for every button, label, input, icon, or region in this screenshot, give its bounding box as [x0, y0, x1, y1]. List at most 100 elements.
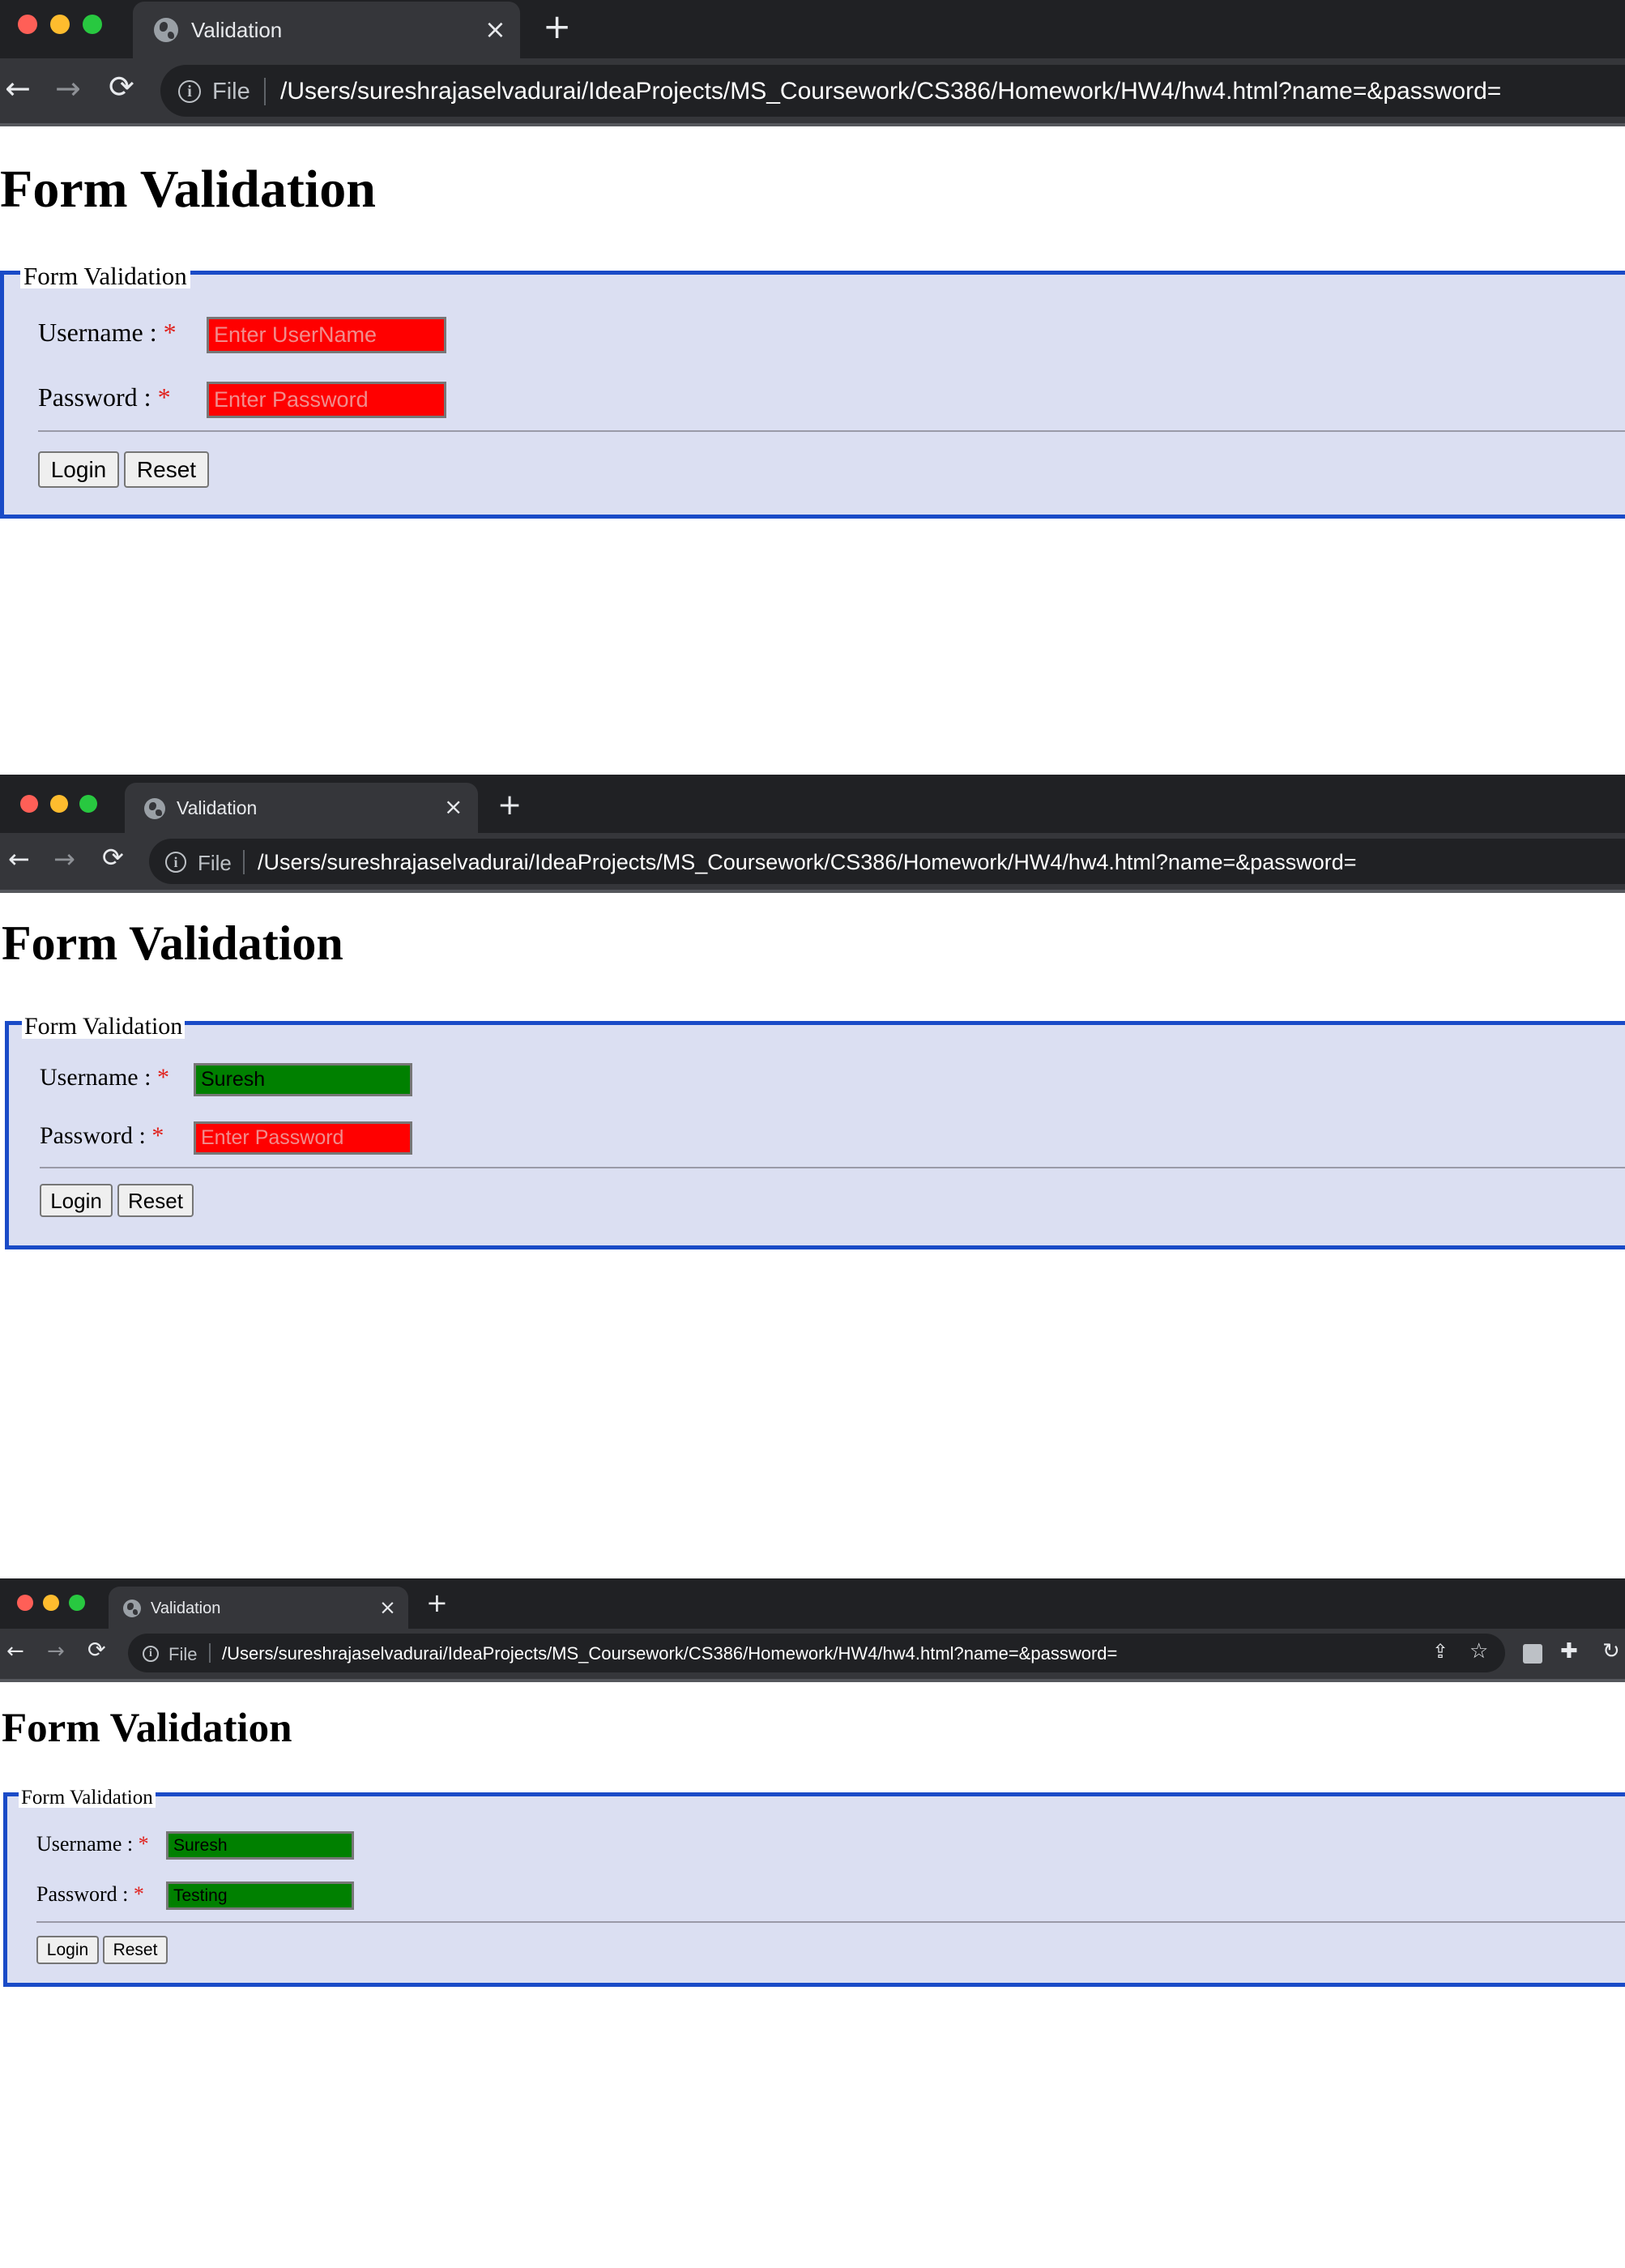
- window-close-button[interactable]: [18, 15, 37, 34]
- password-label-text: Password :: [38, 382, 158, 412]
- page-content: Form Validation Form Validation Username…: [0, 1682, 1625, 2268]
- share-icon[interactable]: ⇪: [1432, 1642, 1448, 1661]
- info-icon[interactable]: i: [143, 1646, 159, 1662]
- username-label-text: Username :: [36, 1832, 139, 1856]
- username-label: Username : *: [40, 1066, 169, 1090]
- password-label: Password : *: [38, 384, 171, 410]
- fieldset-legend: Form Validation: [22, 1014, 186, 1039]
- password-label: Password : *: [36, 1884, 144, 1905]
- form-divider: [36, 1921, 1625, 1923]
- new-tab-button[interactable]: +: [426, 1590, 448, 1616]
- info-icon[interactable]: i: [178, 80, 201, 103]
- back-button[interactable]: ←: [5, 73, 31, 104]
- scheme-label: File: [198, 851, 232, 875]
- password-input[interactable]: [166, 1881, 354, 1910]
- reset-button[interactable]: Reset: [103, 1936, 168, 1964]
- tab-title: Validation: [177, 797, 258, 818]
- browser-toolbar: ← → ⟳ i File /Users/sureshrajaselvadurai…: [0, 58, 1625, 126]
- reload-button[interactable]: ⟳: [87, 1639, 106, 1661]
- tab-validation[interactable]: Validation ×: [125, 783, 478, 833]
- username-label: Username : *: [36, 1834, 149, 1855]
- puzzle-icon[interactable]: ✚: [1560, 1641, 1578, 1662]
- form-divider: [38, 430, 1625, 432]
- username-input[interactable]: [207, 317, 446, 353]
- forward-button[interactable]: →: [53, 846, 75, 872]
- login-button[interactable]: Login: [36, 1936, 99, 1964]
- window-minimize-button[interactable]: [50, 15, 70, 34]
- url-text[interactable]: /Users/sureshrajaselvadurai/IdeaProjects…: [222, 1643, 1117, 1664]
- reload-button[interactable]: ⟳: [109, 71, 134, 102]
- username-label: Username : *: [38, 319, 177, 345]
- page-content: Form Validation Form Validation Username…: [0, 893, 1625, 1504]
- close-tab-icon[interactable]: ×: [444, 796, 463, 818]
- window-close-button[interactable]: [17, 1595, 33, 1611]
- window-minimize-button[interactable]: [50, 795, 68, 813]
- tab-validation[interactable]: Validation ×: [133, 2, 520, 58]
- scheme-label: File: [212, 79, 250, 105]
- address-bar[interactable]: i File /Users/sureshrajaselvadurai/IdeaP…: [160, 65, 1625, 117]
- fieldset-legend: Form Validation: [20, 263, 190, 288]
- form-divider: [40, 1167, 1625, 1168]
- globe-icon: [123, 1600, 141, 1617]
- tab-title: Validation: [191, 18, 283, 42]
- address-bar[interactable]: i File /Users/sureshrajaselvadurai/IdeaP…: [128, 1634, 1505, 1672]
- forward-button[interactable]: →: [47, 1641, 65, 1662]
- tab-validation[interactable]: Validation ×: [109, 1587, 408, 1629]
- back-button[interactable]: ←: [6, 1641, 24, 1662]
- form-fieldset: Form Validation Username : * Password : …: [3, 1787, 1625, 1987]
- close-tab-icon[interactable]: ×: [379, 1597, 396, 1617]
- url-text[interactable]: /Users/sureshrajaselvadurai/IdeaProjects…: [258, 850, 1357, 875]
- required-marker: *: [163, 318, 177, 347]
- extension-square-icon[interactable]: [1523, 1644, 1542, 1664]
- page-title: Form Validation: [2, 916, 343, 970]
- tab-strip: Validation × +: [0, 0, 1625, 58]
- username-label-text: Username :: [40, 1064, 157, 1091]
- sync-icon[interactable]: ↻: [1602, 1641, 1620, 1662]
- password-input[interactable]: [194, 1121, 412, 1155]
- required-marker: *: [156, 1064, 169, 1091]
- screenshot-2: Validation × + ← → ⟳ i File /Users/sures…: [0, 775, 1625, 1504]
- password-label-text: Password :: [40, 1122, 152, 1149]
- page-title: Form Validation: [0, 160, 376, 219]
- tab-strip: Validation × +: [0, 775, 1625, 833]
- username-input[interactable]: [166, 1831, 354, 1860]
- window-maximize-button[interactable]: [69, 1595, 85, 1611]
- reload-button[interactable]: ⟳: [102, 844, 124, 870]
- browser-toolbar: ← → ⟳ i File /Users/sureshrajaselvadurai…: [0, 833, 1625, 893]
- back-button[interactable]: ←: [8, 846, 30, 872]
- tab-strip: Validation × +: [0, 1578, 1625, 1629]
- fieldset-legend: Form Validation: [19, 1787, 156, 1808]
- forward-button[interactable]: →: [55, 73, 81, 104]
- star-icon[interactable]: ☆: [1469, 1641, 1488, 1662]
- window-maximize-button[interactable]: [79, 795, 97, 813]
- close-tab-icon[interactable]: ×: [484, 16, 506, 42]
- reset-button[interactable]: Reset: [117, 1184, 194, 1217]
- window-maximize-button[interactable]: [83, 15, 102, 34]
- password-label: Password : *: [40, 1124, 164, 1148]
- address-separator: [264, 78, 266, 105]
- screenshot-3: Validation × + ← → ⟳ i File /Users/sures…: [0, 1578, 1625, 2268]
- address-separator: [209, 1643, 211, 1663]
- window-minimize-button[interactable]: [43, 1595, 59, 1611]
- login-button[interactable]: Login: [38, 451, 119, 488]
- form-fieldset: Form Validation Username : * Password : …: [0, 263, 1625, 519]
- username-label-text: Username :: [38, 318, 164, 347]
- login-button[interactable]: Login: [40, 1184, 113, 1217]
- new-tab-button[interactable]: +: [543, 10, 571, 44]
- globe-icon: [144, 798, 165, 819]
- required-marker: *: [151, 1122, 164, 1149]
- globe-icon: [154, 18, 178, 42]
- required-marker: *: [133, 1882, 144, 1906]
- url-text[interactable]: /Users/sureshrajaselvadurai/IdeaProjects…: [280, 78, 1501, 105]
- info-icon[interactable]: i: [165, 852, 186, 873]
- password-label-text: Password :: [36, 1882, 134, 1906]
- reset-button[interactable]: Reset: [124, 451, 209, 488]
- required-marker: *: [138, 1832, 149, 1856]
- username-input[interactable]: [194, 1063, 412, 1096]
- new-tab-button[interactable]: +: [497, 791, 522, 820]
- page-content: Form Validation Form Validation Username…: [0, 126, 1625, 729]
- address-bar[interactable]: i File /Users/sureshrajaselvadurai/IdeaP…: [149, 839, 1625, 884]
- window-close-button[interactable]: [20, 795, 38, 813]
- scheme-label: File: [168, 1644, 198, 1664]
- password-input[interactable]: [207, 382, 446, 418]
